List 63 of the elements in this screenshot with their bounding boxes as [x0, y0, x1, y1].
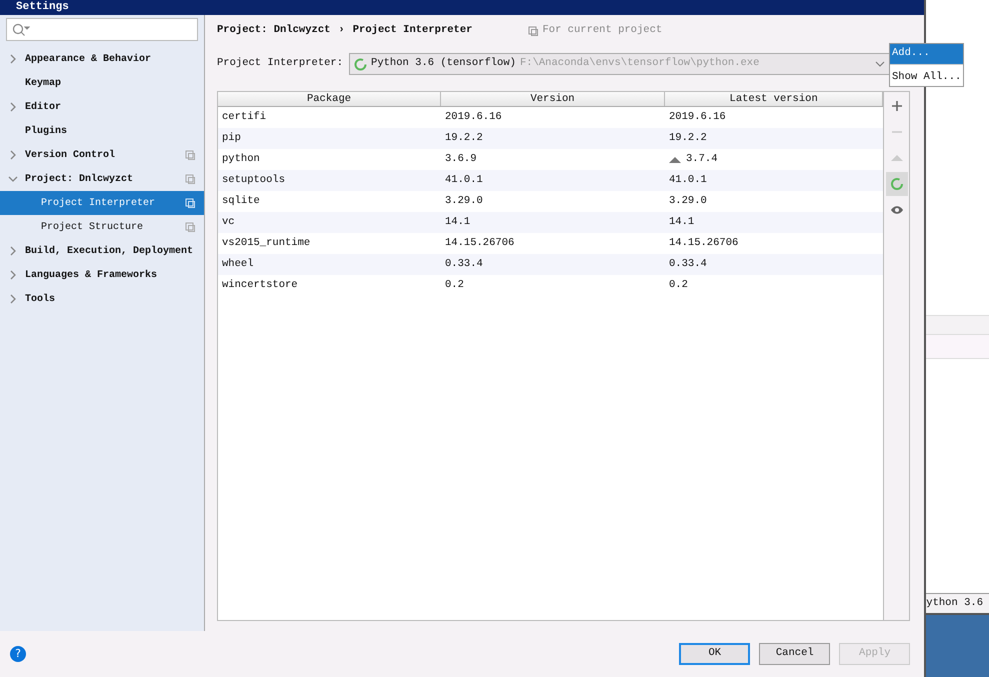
table-cell-text: 0.33.4 [668, 256, 708, 272]
search-icon [12, 22, 30, 36]
table-cell-text: 0.33.4 [444, 256, 484, 272]
loading-button[interactable] [886, 172, 908, 196]
table-cell-text: 2019.6.16 [668, 110, 727, 125]
column-header[interactable]: Latest version [665, 92, 884, 106]
table-cell-text: 3.6.9 [444, 152, 478, 167]
column-header[interactable]: Package [218, 92, 441, 106]
breadcrumb-item[interactable]: Project: Dnlcwyzct [217, 23, 330, 39]
plus-icon [890, 100, 903, 112]
table-cell-text: 0.2 [668, 278, 689, 293]
dialog-button[interactable]: OK [679, 643, 750, 665]
dialog-button[interactable]: Cancel [759, 643, 830, 665]
scope-note: For current project [542, 23, 662, 38]
column-header[interactable]: Version [441, 92, 665, 106]
table-cell-text: wincertstore [221, 278, 299, 293]
loading-icon [354, 58, 368, 70]
help-button[interactable]: ? [10, 646, 26, 662]
table-cell-text: 14.15.26706 [668, 236, 740, 251]
table-cell-text: 14.15.26706 [444, 236, 516, 251]
table-cell-text: pip [221, 130, 242, 146]
table-cell: 3.7.4 [665, 152, 884, 168]
chevron-down-icon [875, 61, 886, 67]
interpreter-label: Project Interpreter: [217, 56, 344, 72]
breadcrumb-item[interactable]: Project Interpreter [352, 23, 472, 39]
table-cell-text: vc [221, 214, 236, 230]
search-field[interactable] [6, 18, 198, 41]
table-cell-text: 41.0.1 [444, 172, 484, 188]
sidebar-item[interactable]: Languages & Frameworks [0, 263, 204, 287]
table-cell-text: setuptools [221, 172, 286, 188]
table-cell-text: 19.2.2 [668, 130, 708, 146]
sidebar-item[interactable]: Editor [0, 95, 204, 119]
table-cell-text: 2019.6.16 [444, 110, 503, 125]
sidebar-item[interactable]: Tools [0, 287, 204, 311]
table-cell-text: 0.2 [444, 278, 465, 293]
sidebar-item[interactable]: Project Structure [0, 215, 204, 239]
table-cell-text: 14.1 [668, 214, 696, 230]
menu-item[interactable]: Show All... [890, 64, 963, 86]
sidebar-item[interactable]: Version Control [0, 143, 204, 167]
table-cell-text: 3.29.0 [668, 194, 708, 209]
table-cell-text: 41.0.1 [668, 172, 708, 188]
status-text: ython 3.6 [926, 596, 983, 611]
table-cell-text: certifi [221, 110, 268, 125]
sidebar-item[interactable]: Project: Dnlcwyzct [0, 167, 204, 191]
table-cell-text: sqlite [221, 194, 261, 209]
table-cell-text: 14.1 [444, 214, 472, 230]
table-cell-text: python [221, 152, 261, 167]
copy-icon [528, 26, 540, 36]
loading-icon [890, 177, 904, 191]
table-cell-text: wheel [221, 256, 255, 272]
sidebar-item[interactable]: Project Interpreter [0, 191, 204, 215]
sidebar-item[interactable]: Plugins [0, 119, 204, 143]
eye-icon [890, 205, 904, 215]
menu-item[interactable]: Add... [890, 44, 963, 64]
sidebar-item[interactable]: Build, Execution, Deployment [0, 239, 204, 263]
sidebar-item[interactable]: Keymap [0, 71, 204, 95]
table-cell-text: vs2015_runtime [221, 236, 312, 251]
window-title: Settings [16, 1, 69, 13]
table-cell-text: 19.2.2 [444, 130, 484, 146]
table-cell-text: 3.29.0 [444, 194, 484, 209]
sidebar-item[interactable]: Appearance & Behavior [0, 47, 204, 71]
triangle-up-icon [890, 154, 903, 162]
breadcrumb-separator: › [338, 23, 345, 38]
